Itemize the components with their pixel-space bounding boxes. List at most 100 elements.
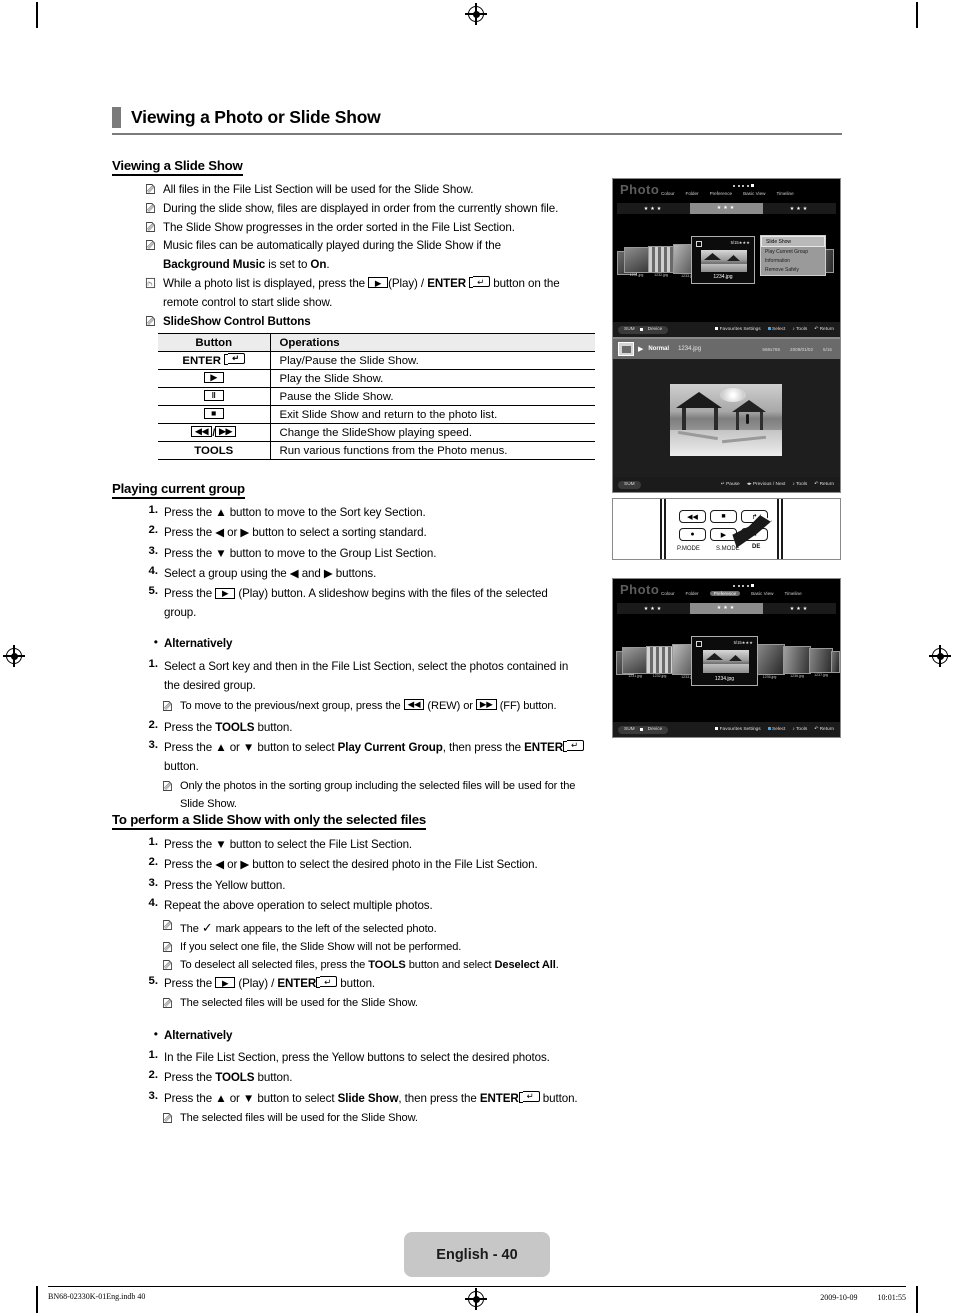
tv-nav-folder[interactable]: Folder <box>686 591 699 596</box>
step-text-block: Press the TOOLS button. <box>164 1069 292 1088</box>
page-title: Viewing a Photo or Slide Show <box>112 107 842 135</box>
note-text-block: Music files can be automatically played … <box>163 237 501 275</box>
group-seg-right[interactable]: ★★★ <box>763 206 836 212</box>
step-text-block: Press the ▶ (Play) button. A slideshow b… <box>164 585 548 623</box>
record-glyph: ● <box>690 531 695 538</box>
thumbnail-item[interactable]: 1235.jpg <box>754 644 785 679</box>
menu-item-slide-show[interactable]: Slide Show <box>761 236 825 248</box>
selected-photo-box[interactable]: 5/15★★★ 1234.jpg <box>691 236 755 284</box>
remote-record-button[interactable]: ● <box>679 528 706 541</box>
bottom-left-pill[interactable]: SUM Device <box>618 725 669 734</box>
thumbnail-item[interactable]: 1232.jpg <box>646 646 673 678</box>
action-tools[interactable]: ♪ Tools <box>792 727 807 732</box>
sub-note-text-block: To deselect all selected files, press th… <box>180 957 559 975</box>
group-seg-current[interactable]: ★★★ <box>690 603 763 614</box>
note-item-background-music: Music files can be automatically played … <box>145 237 595 275</box>
selection-checkbox-icon[interactable] <box>696 641 702 647</box>
tv-nav-colour[interactable]: Colour <box>661 591 675 596</box>
group-seg-left[interactable]: ★★★ <box>617 206 690 212</box>
tv-nav-basic-view[interactable]: Basic View <box>743 191 765 196</box>
slide-show-label: Slide Show <box>337 1091 399 1105</box>
crop-mark-top-right <box>916 2 918 28</box>
sub-note-text: Only the photos in the sorting group inc… <box>180 779 576 810</box>
tools-label: TOOLS <box>215 720 255 734</box>
thumbnail-item[interactable]: 1237.jpg <box>809 648 833 677</box>
selection-checkbox-icon[interactable] <box>696 241 702 247</box>
action-return[interactable]: ↶ Return <box>814 482 834 487</box>
tv-group-scroll[interactable]: ★★★ ★★★ ★★★ <box>617 603 836 614</box>
bottom-left-pill[interactable]: SUM <box>618 480 641 489</box>
step-number: 1. <box>148 1049 159 1062</box>
table-row: ◀◀ / ▶▶ Change the SlideShow playing speed… <box>158 423 595 442</box>
note-text-bold: SlideShow Control Buttons <box>163 315 311 329</box>
cell-button-enter: ENTER ↵ <box>158 351 271 370</box>
thumbnail-item[interactable]: 1236.jpg <box>783 646 811 678</box>
cell-button-pause: ‖ <box>158 387 271 406</box>
tv-nav-preference[interactable]: Preference <box>710 191 732 196</box>
tv-nav-colour[interactable]: Colour <box>661 191 675 196</box>
tv-nav-folder[interactable]: Folder <box>686 191 699 196</box>
deselect-all-label: Deselect All <box>494 959 556 972</box>
action-return[interactable]: ↶ Return <box>814 727 834 732</box>
step-text: Press the ▼ button to move to the Group … <box>164 546 437 560</box>
tv-nav-bar[interactable]: Colour Folder Preference Basic View Time… <box>661 191 840 196</box>
viewer-resolution: 568x765 <box>762 346 781 352</box>
action-select[interactable]: Select <box>767 727 785 732</box>
tools-context-menu[interactable]: Slide Show Play Current Group Informatio… <box>760 235 826 276</box>
note-item-control-buttons: SlideShow Control Buttons <box>145 313 595 332</box>
tv-nav-bar[interactable]: Colour Folder Preference Basic View Time… <box>661 591 840 596</box>
thumbnail-item[interactable]: 1232.jpg <box>648 246 674 277</box>
note-mid: is set to <box>265 258 311 272</box>
thumbnail-item[interactable]: 1231.jpg <box>622 647 648 678</box>
action-previous-next[interactable]: ◂▸ Previous / Next <box>747 482 786 487</box>
play-key-icon: ▶ <box>203 371 224 383</box>
action-favourites-settings[interactable]: Favourites Settings <box>715 327 761 332</box>
tv-nav-timeline[interactable]: Timeline <box>776 191 793 196</box>
enter-label: ENTER <box>277 977 317 991</box>
thumbnail-item[interactable]: 1231.jpg <box>624 247 649 277</box>
remote-rewind-button[interactable]: ◀◀ <box>679 510 706 523</box>
action-pause[interactable]: ↵ Pause <box>721 482 740 487</box>
thumbnail-caption: 1232.jpg <box>652 674 667 678</box>
group-seg-current[interactable]: ★★★ <box>690 203 763 214</box>
action-return[interactable]: ↶ Return <box>814 327 834 332</box>
bottom-right-actions: Favourites Settings Select ♪ Tools ↶ Ret… <box>715 327 834 332</box>
action-favourites-settings[interactable]: Favourites Settings <box>715 727 761 732</box>
selected-files-steps: 1. Press the ▼ button to select the File … <box>141 836 611 1128</box>
cell-button-tools: TOOLS <box>158 441 271 460</box>
group-seg-right[interactable]: ★★★ <box>763 606 836 612</box>
play-key-icon: ▶ <box>215 977 236 989</box>
group-seg-left[interactable]: ★★★ <box>617 606 690 612</box>
action-select[interactable]: Select <box>767 327 785 332</box>
step-row: 1. Press the ▼ button to select the File … <box>141 836 611 855</box>
step-number: 1. <box>148 836 159 848</box>
step-number: 4. <box>148 564 159 577</box>
title-accent-bar <box>112 107 121 128</box>
tv-nav-timeline[interactable]: Timeline <box>784 591 801 596</box>
step-text-c: button. <box>164 759 199 773</box>
bottom-right-actions: Favourites Settings Select ♪ Tools ↶ Ret… <box>715 727 834 732</box>
sub-note: The ✓ mark appears to the left of the se… <box>162 917 611 939</box>
tv-nav-preference[interactable]: Preference <box>709 591 741 596</box>
note-b: button and select <box>405 959 495 972</box>
col-header-operations: Operations <box>270 333 595 352</box>
chapter-title-text: Viewing a Photo or Slide Show <box>131 107 381 127</box>
tv-group-scroll[interactable]: ★★★ ★★★ ★★★ <box>617 203 836 214</box>
tv-nav-basic-view[interactable]: Basic View <box>751 591 773 596</box>
note-a: To move to the previous/next group, pres… <box>180 699 404 712</box>
thumbnail-item[interactable] <box>831 651 840 673</box>
step-text: Select a group using the ◀ and ▶ buttons… <box>164 566 377 580</box>
bottom-left-pill[interactable]: SUM Device <box>618 325 669 334</box>
step-number: 5. <box>148 975 159 988</box>
selected-photo-box[interactable]: 5/15★★★ 1234.jpg <box>691 636 758 686</box>
sub-note-text-block: The ✓ mark appears to the left of the se… <box>180 917 437 939</box>
pencil-note-icon <box>162 997 173 1009</box>
action-tools[interactable]: ♪ Tools <box>792 482 807 487</box>
menu-item-information[interactable]: Information <box>761 256 825 265</box>
menu-item-remove-safely[interactable]: Remove Safely <box>761 266 825 275</box>
cell-button-play: ▶ <box>158 369 271 388</box>
step-number: 2. <box>148 856 159 869</box>
remote-control-illustration: ◀◀ ■ ↱ ● ▶ ■ P.MODE S.MODE DE <box>612 498 841 560</box>
menu-item-play-current-group[interactable]: Play Current Group <box>761 247 825 256</box>
action-tools[interactable]: ♪ Tools <box>792 327 807 332</box>
